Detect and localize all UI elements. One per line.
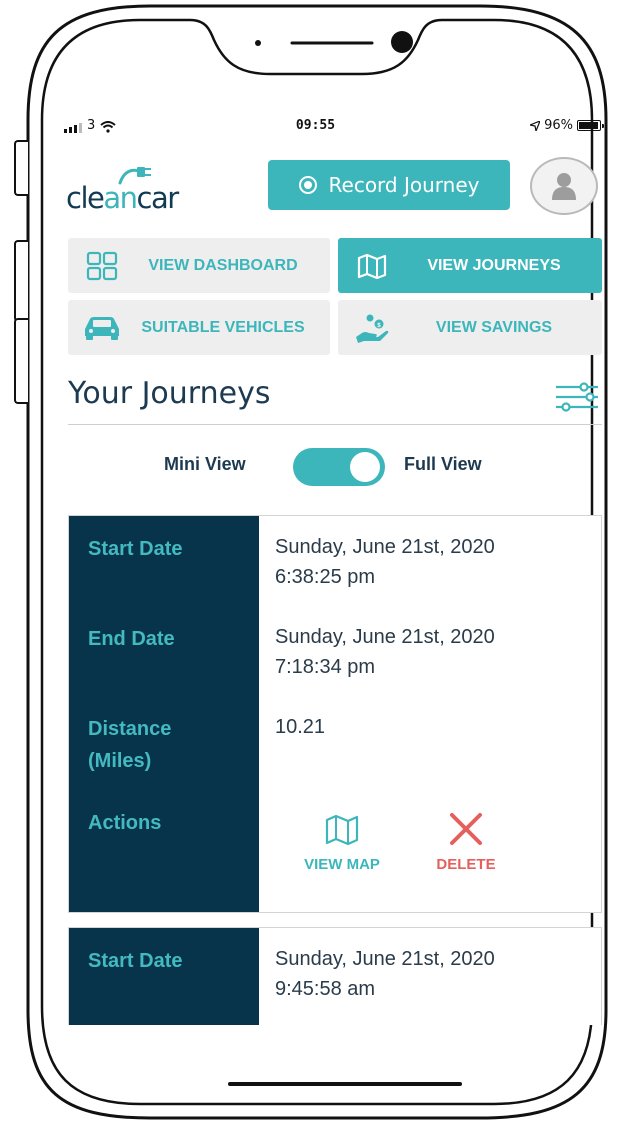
mini-view-label: Mini View bbox=[164, 454, 246, 474]
start-time-value: 9:45:58 am bbox=[275, 978, 376, 1000]
nav-suitable-vehicles-label: SUITABLE VEHICLES bbox=[141, 318, 305, 336]
journey-card-labels bbox=[69, 928, 259, 1025]
cleancar-logo[interactable]: cleancar bbox=[66, 163, 216, 213]
view-toggle-row: Mini View Full View bbox=[0, 446, 631, 486]
map-icon bbox=[325, 814, 359, 846]
record-journey-label: Record Journey bbox=[328, 173, 480, 197]
status-bar: 3 09:55 96% bbox=[0, 116, 631, 140]
full-view-label: Full View bbox=[404, 454, 482, 474]
start-time-value: 6:38:25 pm bbox=[275, 566, 376, 588]
volume-down-button bbox=[14, 318, 28, 404]
record-journey-button[interactable]: Record Journey bbox=[268, 160, 510, 210]
page-title: Your Journeys bbox=[68, 376, 271, 411]
battery-icon bbox=[577, 120, 604, 131]
map-icon bbox=[350, 253, 394, 279]
start-date-label: Start Date bbox=[88, 538, 183, 560]
status-right: 96% bbox=[530, 118, 604, 133]
volume-up-button bbox=[14, 240, 28, 322]
sliders-icon[interactable] bbox=[553, 380, 601, 414]
close-icon bbox=[450, 813, 482, 845]
title-divider bbox=[68, 424, 602, 425]
logo-wordmark: cleancar bbox=[66, 181, 179, 215]
toggle-knob bbox=[350, 452, 380, 482]
savings-hand-icon: $ bbox=[350, 313, 394, 343]
delete-button[interactable]: DELETE bbox=[421, 812, 511, 873]
grid-icon bbox=[80, 251, 124, 281]
distance-unit-label: (Miles) bbox=[88, 750, 152, 772]
start-date-value: Sunday, June 21st, 2020 bbox=[275, 536, 495, 558]
journey-card: Start Date Sunday, June 21st, 2020 6:38:… bbox=[68, 515, 602, 913]
nav-view-savings[interactable]: $ VIEW SAVINGS bbox=[338, 300, 602, 355]
distance-value: 10.21 bbox=[275, 716, 326, 738]
delete-label: DELETE bbox=[436, 856, 496, 873]
view-map-label: VIEW MAP bbox=[304, 856, 380, 873]
end-time-value: 7:18:34 pm bbox=[275, 656, 376, 678]
nav-suitable-vehicles[interactable]: SUITABLE VEHICLES bbox=[68, 300, 330, 355]
record-icon bbox=[298, 176, 317, 194]
distance-label: Distance bbox=[88, 718, 172, 740]
battery-percent: 96% bbox=[544, 118, 573, 133]
start-date-label: Start Date bbox=[88, 950, 183, 972]
avatar[interactable] bbox=[530, 157, 598, 215]
mute-switch bbox=[14, 140, 28, 196]
user-icon bbox=[552, 173, 576, 200]
view-map-button[interactable]: VIEW MAP bbox=[297, 814, 387, 873]
location-arrow-icon bbox=[530, 120, 541, 131]
actions-label: Actions bbox=[88, 812, 162, 834]
nav-view-dashboard[interactable]: VIEW DASHBOARD bbox=[68, 238, 330, 293]
nav-view-journeys[interactable]: VIEW JOURNEYS bbox=[338, 238, 602, 293]
svg-text:$: $ bbox=[377, 322, 381, 329]
view-toggle-switch[interactable] bbox=[293, 448, 385, 486]
car-icon bbox=[80, 315, 124, 341]
nav-view-dashboard-label: VIEW DASHBOARD bbox=[148, 256, 298, 274]
nav-view-journeys-label: VIEW JOURNEYS bbox=[427, 256, 561, 274]
start-date-value: Sunday, June 21st, 2020 bbox=[275, 948, 495, 970]
end-date-value: Sunday, June 21st, 2020 bbox=[275, 626, 495, 648]
end-date-label: End Date bbox=[88, 628, 175, 650]
journey-card: Start Date Sunday, June 21st, 2020 9:45:… bbox=[68, 927, 602, 1025]
nav-view-savings-label: VIEW SAVINGS bbox=[435, 318, 553, 336]
